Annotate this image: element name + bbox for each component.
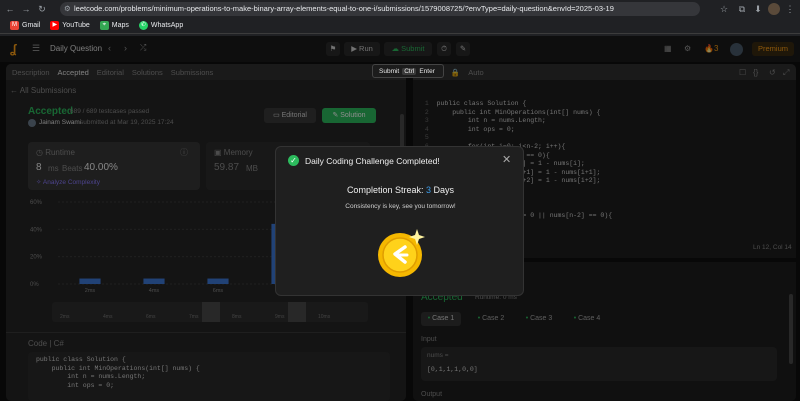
- streak-number: 3: [426, 185, 432, 195]
- bookmark-maps[interactable]: ⌖ Maps: [99, 21, 129, 30]
- youtube-icon: ▶: [50, 21, 60, 30]
- bookmarks-bar: M Gmail ▶ YouTube ⌖ Maps ✆ WhatsApp: [0, 18, 800, 34]
- site-info-icon[interactable]: ⚙: [64, 2, 71, 16]
- gold-coin-icon: [378, 229, 425, 277]
- url-text: leetcode.com/problems/minimum-operations…: [74, 4, 614, 13]
- gmail-icon: M: [10, 21, 19, 30]
- forward-arrow-icon[interactable]: →: [20, 3, 32, 15]
- bookmark-youtube[interactable]: ▶ YouTube: [50, 21, 90, 30]
- daily-challenge-modal: ✓ Daily Coding Challenge Completed! ✕ Co…: [275, 146, 524, 296]
- maps-icon: ⌖: [99, 21, 109, 30]
- check-circle-icon: ✓: [288, 155, 299, 166]
- modal-title: Daily Coding Challenge Completed!: [305, 156, 440, 166]
- reload-icon[interactable]: ↻: [36, 3, 48, 15]
- profile-avatar[interactable]: [768, 3, 780, 15]
- browser-chrome: ← → ↻ ⚙ leetcode.com/problems/minimum-op…: [0, 0, 800, 36]
- close-icon[interactable]: ✕: [502, 153, 511, 166]
- submit-shortcut-tooltip: Submit Ctrl Enter: [372, 64, 444, 78]
- address-bar[interactable]: ⚙ leetcode.com/problems/minimum-operatio…: [60, 2, 700, 16]
- extensions-icon[interactable]: ⧉: [736, 3, 748, 15]
- bookmark-whatsapp[interactable]: ✆ WhatsApp: [138, 21, 183, 30]
- menu-icon[interactable]: ⋮: [784, 3, 796, 15]
- back-arrow-icon[interactable]: ←: [4, 3, 16, 15]
- whatsapp-icon: ✆: [138, 21, 148, 30]
- bookmark-gmail[interactable]: M Gmail: [10, 21, 40, 30]
- streak-line: Completion Streak: 3 Days: [346, 185, 455, 195]
- modal-message: Consistency is key, see you tomorrow!: [345, 203, 456, 210]
- bookmark-star-icon[interactable]: ☆: [718, 3, 730, 15]
- download-icon[interactable]: ⬇: [752, 3, 764, 15]
